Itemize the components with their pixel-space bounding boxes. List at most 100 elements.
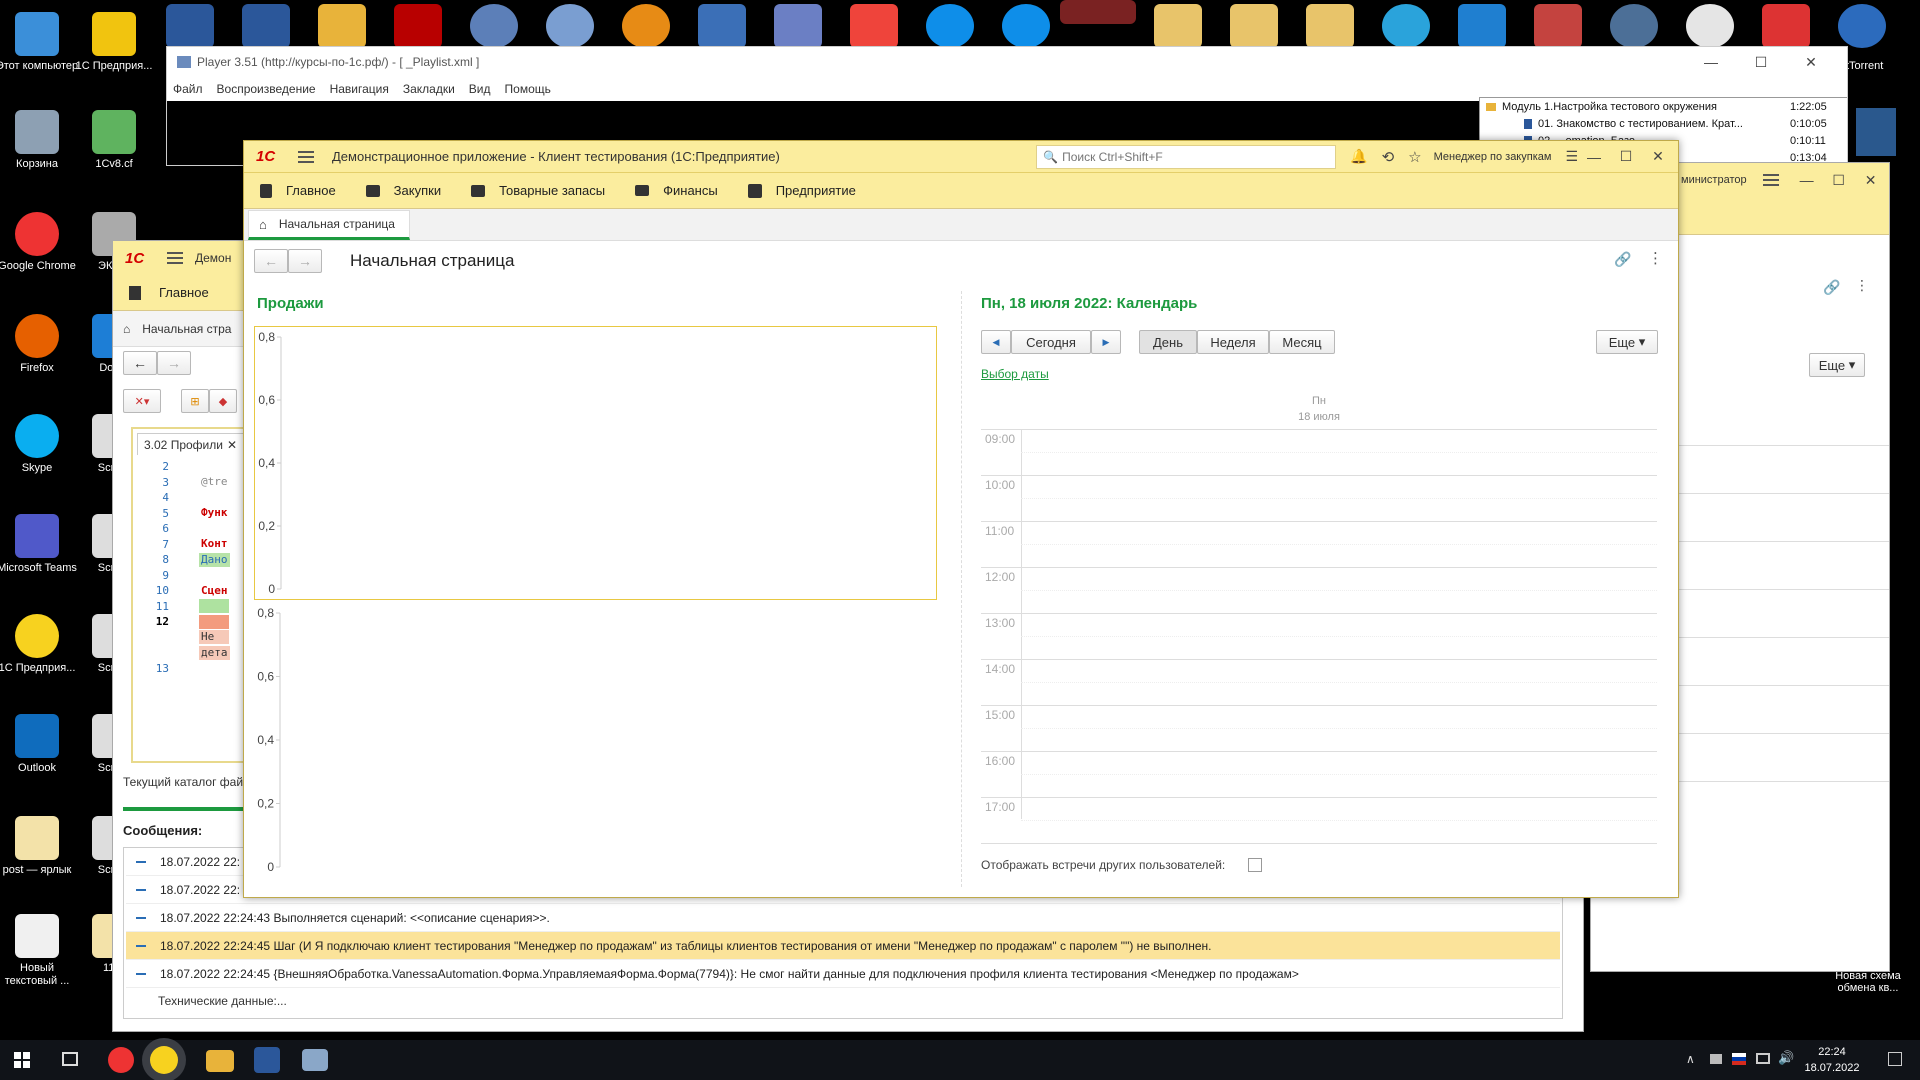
folder-icon[interactable] bbox=[318, 4, 366, 48]
desktop-icon-teams[interactable]: Microsoft Teams bbox=[0, 514, 79, 575]
mid-menu-main[interactable]: Главное bbox=[159, 285, 209, 300]
search-input[interactable] bbox=[1062, 149, 1323, 164]
back-arrow-button[interactable]: ← bbox=[123, 351, 157, 375]
more-button[interactable]: Еще ▾ bbox=[1596, 330, 1658, 354]
next-day-button[interactable]: ▶ bbox=[1091, 330, 1121, 354]
minimize-icon[interactable]: — bbox=[1695, 54, 1727, 70]
tools-dropdown-button[interactable]: ✕▾ bbox=[123, 389, 161, 413]
file-icon-3[interactable] bbox=[1306, 4, 1354, 48]
filezilla-icon[interactable] bbox=[394, 4, 442, 48]
chrome-task-icon[interactable] bbox=[108, 1047, 134, 1073]
back-more-button[interactable]: Еще ▾ bbox=[1809, 353, 1865, 377]
start-windows-icon[interactable] bbox=[14, 1052, 30, 1068]
more-vertical-icon[interactable]: ⋮ bbox=[1855, 277, 1869, 294]
history-icon[interactable]: ⟲ bbox=[1382, 148, 1395, 166]
maximize-icon[interactable]: ☐ bbox=[1745, 54, 1777, 71]
file-icon-2[interactable] bbox=[1230, 4, 1278, 48]
view-day-button[interactable]: День bbox=[1139, 330, 1197, 354]
menu-icon[interactable] bbox=[298, 150, 314, 163]
remote-app-icon[interactable] bbox=[774, 4, 822, 48]
close-tab-icon[interactable]: ✕ bbox=[227, 438, 237, 452]
satellite-icon[interactable] bbox=[470, 4, 518, 48]
menu-purchases[interactable]: Закупки bbox=[365, 183, 441, 198]
clock[interactable]: 22:24 18.07.2022 bbox=[1800, 1044, 1864, 1076]
message-row[interactable]: 18.07.2022 22:24:45 {ВнешняяОбработка.Va… bbox=[126, 960, 1560, 988]
star-icon[interactable]: ☆ bbox=[1408, 148, 1421, 166]
menu-stock[interactable]: Товарные запасы bbox=[471, 183, 605, 198]
player-menu-navigation[interactable]: Навигация bbox=[330, 82, 389, 96]
obs-icon[interactable] bbox=[622, 4, 670, 48]
bell-icon[interactable]: 🔔 bbox=[1350, 148, 1367, 165]
ghost-icon[interactable] bbox=[1686, 4, 1734, 48]
maximize-icon[interactable]: ☐ bbox=[1610, 148, 1642, 165]
forward-arrow-button[interactable]: → bbox=[157, 351, 191, 375]
volume-icon[interactable]: 🔊 bbox=[1778, 1050, 1794, 1066]
desktop-icon-1c-2[interactable]: 1С Предприя... bbox=[0, 614, 79, 675]
player-menu-bookmarks[interactable]: Закладки bbox=[403, 82, 455, 96]
show-others-checkbox[interactable] bbox=[1248, 858, 1262, 872]
desktop-icon-firefox[interactable]: Firefox bbox=[0, 314, 79, 375]
desktop-icon-recycle[interactable]: Корзина bbox=[0, 110, 79, 171]
close-icon[interactable]: ✕ bbox=[1795, 54, 1827, 71]
explorer-task-icon[interactable] bbox=[206, 1050, 234, 1072]
maximize-icon[interactable]: ☐ bbox=[1823, 172, 1855, 189]
desktop-icon-chrome[interactable]: Google Chrome bbox=[0, 212, 79, 273]
player-menu-help[interactable]: Помощь bbox=[505, 82, 551, 96]
toolbox-icon[interactable] bbox=[1762, 4, 1810, 48]
link-icon[interactable]: 🔗 bbox=[1823, 279, 1840, 296]
file-icon-1[interactable] bbox=[1154, 4, 1202, 48]
diamond-button[interactable]: ◆ bbox=[209, 389, 237, 413]
player-menu-playback[interactable]: Воспроизведение bbox=[217, 82, 316, 96]
calendar-day-view[interactable]: Пн 18 июля 09:00 10:00 11:00 12:00 13:00 14:0… bbox=[981, 391, 1657, 853]
settings-lines-icon[interactable]: ☰ bbox=[1565, 148, 1578, 165]
prev-day-button[interactable]: ◀ bbox=[981, 330, 1011, 354]
more-vertical-icon[interactable]: ⋮ bbox=[1648, 249, 1663, 267]
minimize-icon[interactable]: — bbox=[1791, 172, 1823, 188]
player-titlebar[interactable]: Player 3.51 (http://курсы-по-1с.рф/) - [… bbox=[167, 47, 1847, 77]
pick-date-link[interactable]: Выбор даты bbox=[981, 367, 1049, 381]
playlist-item[interactable]: 01. Знакомство с тестированием. Крат... 0… bbox=[1480, 115, 1847, 132]
view-week-button[interactable]: Неделя bbox=[1197, 330, 1269, 354]
teamviewer-icon-2[interactable] bbox=[1002, 4, 1050, 48]
close-icon[interactable]: ✕ bbox=[1855, 172, 1887, 189]
tech-details[interactable]: Технические данные:... bbox=[158, 994, 287, 1008]
app-icon-word-2[interactable] bbox=[242, 4, 290, 48]
desktop-icon-outlook[interactable]: Outlook bbox=[0, 714, 79, 775]
tab-home[interactable]: ⌂ Начальная страница bbox=[248, 210, 410, 240]
tree-button[interactable]: ⊞ bbox=[181, 389, 209, 413]
player-menu-file[interactable]: Файл bbox=[173, 82, 203, 96]
1c-task-icon[interactable] bbox=[150, 1046, 178, 1074]
main-1c-window[interactable]: 1С Демонстрационное приложение - Клиент … bbox=[243, 140, 1679, 898]
home-icon[interactable]: ⌂ bbox=[123, 322, 130, 336]
desktop-icon-post[interactable]: post — ярлык bbox=[0, 816, 79, 877]
link-icon[interactable]: 🔗 bbox=[1614, 251, 1631, 268]
main-titlebar[interactable]: 1С Демонстрационное приложение - Клиент … bbox=[244, 141, 1678, 173]
flag-ru-icon[interactable] bbox=[1732, 1053, 1746, 1065]
telegram-icon[interactable] bbox=[1382, 4, 1430, 48]
menu-icon[interactable] bbox=[1762, 174, 1779, 186]
back-window-user[interactable]: министратор bbox=[1681, 174, 1747, 186]
menu-enterprise[interactable]: Предприятие bbox=[747, 183, 856, 198]
editor-tab[interactable]: 3.02 Профили ✕ bbox=[137, 433, 245, 455]
vscode-icon[interactable] bbox=[1458, 4, 1506, 48]
mid-tab-home[interactable]: Начальная стра bbox=[142, 322, 231, 336]
menu-finance[interactable]: Финансы bbox=[635, 183, 718, 198]
utorrent-icon[interactable] bbox=[1838, 4, 1886, 48]
user-name[interactable]: Менеджер по закупкам bbox=[1434, 151, 1552, 163]
anydesk-icon[interactable] bbox=[850, 4, 898, 48]
postgresql-icon[interactable] bbox=[1610, 4, 1658, 48]
desktop-icon-newtext[interactable]: Новый текстовый ... bbox=[0, 914, 79, 988]
close-icon[interactable]: ✕ bbox=[1642, 148, 1674, 165]
remote-desktop-icon[interactable] bbox=[698, 4, 746, 48]
back-arrow-button[interactable]: ← bbox=[254, 249, 288, 273]
player-menu-view[interactable]: Вид bbox=[469, 82, 491, 96]
display-icon[interactable] bbox=[1756, 1053, 1770, 1064]
playlist-item[interactable]: Модуль 1.Настройка тестового окружения 1:… bbox=[1480, 98, 1847, 115]
search-box[interactable]: 🔍 bbox=[1036, 144, 1337, 169]
task-view-icon[interactable] bbox=[62, 1052, 78, 1066]
menu-main[interactable]: Главное bbox=[260, 183, 336, 198]
minimize-icon[interactable]: — bbox=[1578, 149, 1610, 165]
desktop-icon-skype[interactable]: Skype bbox=[0, 414, 79, 475]
forward-arrow-button[interactable]: → bbox=[288, 249, 322, 273]
message-row[interactable]: 18.07.2022 22:24:43 Выполняется сценарий… bbox=[126, 904, 1560, 932]
